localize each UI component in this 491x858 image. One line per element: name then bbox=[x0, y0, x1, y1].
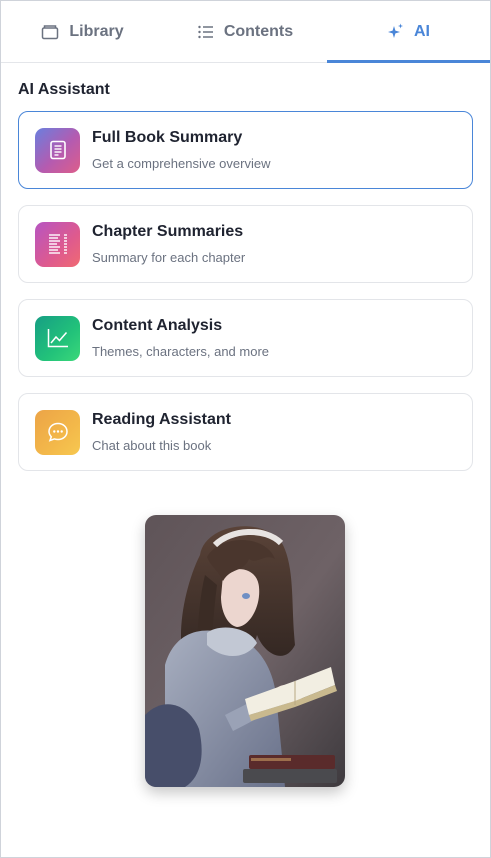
reading-assistant-card[interactable]: Reading Assistant Chat about this book bbox=[18, 393, 473, 471]
tab-library[interactable]: Library bbox=[1, 1, 164, 62]
list-lines-icon bbox=[35, 221, 80, 267]
document-icon bbox=[35, 127, 80, 173]
tab-ai[interactable]: AI bbox=[327, 1, 490, 63]
full-book-summary-card[interactable]: Full Book Summary Get a comprehensive ov… bbox=[18, 111, 473, 189]
section-title: AI Assistant bbox=[18, 81, 110, 98]
tab-library-label: Library bbox=[69, 22, 124, 40]
card-title: Content Analysis bbox=[92, 317, 223, 334]
tab-ai-label: AI bbox=[414, 22, 430, 40]
line-chart-icon bbox=[35, 315, 80, 361]
chapter-summaries-card[interactable]: Chapter Summaries Summary for each chapt… bbox=[18, 205, 473, 283]
tab-contents[interactable]: Contents bbox=[164, 1, 327, 62]
card-title: Chapter Summaries bbox=[92, 223, 244, 240]
list-icon bbox=[198, 25, 213, 38]
chat-bubble-icon bbox=[35, 409, 80, 455]
card-title: Reading Assistant bbox=[92, 411, 231, 428]
ai-options-list: Full Book Summary Get a comprehensive ov… bbox=[1, 99, 490, 471]
girl-reading-book-illustration bbox=[145, 515, 345, 787]
content-analysis-card[interactable]: Content Analysis Themes, characters, and… bbox=[18, 299, 473, 377]
card-subtitle: Get a comprehensive overview bbox=[92, 156, 271, 171]
tab-bar: Library Contents AI bbox=[1, 1, 490, 63]
sparkles-icon bbox=[388, 23, 403, 38]
tab-contents-label: Contents bbox=[223, 22, 294, 40]
card-subtitle: Chat about this book bbox=[92, 438, 212, 453]
card-subtitle: Summary for each chapter bbox=[92, 250, 246, 265]
card-title: Full Book Summary bbox=[92, 129, 243, 146]
folder-icon bbox=[42, 24, 59, 39]
ai-panel: Library Contents AI AI Assistant Full Bo… bbox=[0, 0, 491, 858]
card-subtitle: Themes, characters, and more bbox=[92, 344, 270, 359]
